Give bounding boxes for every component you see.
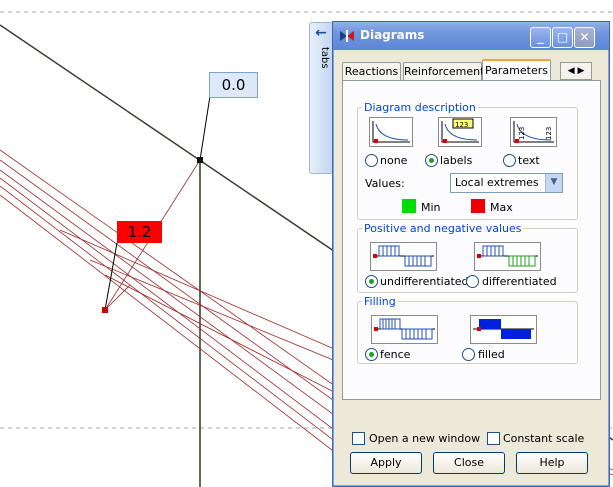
svg-text:123: 123 <box>545 127 553 140</box>
tab-reinforcement[interactable]: Reinforcement <box>403 62 484 81</box>
help-button[interactable]: Help <box>516 452 588 474</box>
radio-filled[interactable] <box>462 348 475 361</box>
tab-scroll-arrows[interactable]: ◀ ▶ <box>560 62 592 80</box>
value-label-max[interactable]: 1.2 <box>117 221 162 243</box>
values-label: Values: <box>365 177 405 190</box>
close-button[interactable]: Close <box>433 452 505 474</box>
max-color-swatch[interactable] <box>471 199 485 213</box>
max-label: Max <box>490 201 513 214</box>
values-select[interactable]: Local extremes ▼ <box>450 173 563 193</box>
leader-line <box>199 95 211 161</box>
undifferentiated-icon[interactable] <box>370 242 437 271</box>
chevron-right-icon[interactable]: ▶ <box>577 66 584 76</box>
svg-text:123: 123 <box>455 121 468 129</box>
group-title: Positive and negative values <box>364 222 522 235</box>
tabs-sidebar[interactable]: ← tabs <box>309 22 333 174</box>
diagram-labels-icon[interactable]: 123 <box>438 117 482 147</box>
radio-fence[interactable] <box>365 348 378 361</box>
maximize-button[interactable]: □ <box>552 27 573 48</box>
tab-reactions[interactable]: Reactions <box>342 62 401 81</box>
radio-differentiated[interactable] <box>466 275 479 288</box>
minimize-button[interactable]: _ <box>530 27 551 48</box>
radio-labels[interactable] <box>425 154 438 167</box>
radio-undifferentiated[interactable] <box>365 275 378 288</box>
constant-scale-label: Constant scale <box>503 432 585 445</box>
diagram-none-icon[interactable] <box>369 117 413 147</box>
chevron-left-icon[interactable]: ◀ <box>568 66 575 76</box>
radio-text-label: text <box>518 154 540 167</box>
solid-fill-icon[interactable] <box>470 315 537 344</box>
node-point[interactable] <box>197 157 203 163</box>
radio-filled-label: filled <box>478 348 505 361</box>
constant-scale-checkbox[interactable] <box>487 432 500 445</box>
value-label-zero[interactable]: 0.0 <box>209 72 258 98</box>
window-title: Diagrams <box>360 28 425 42</box>
group-title: Diagram description <box>364 101 476 114</box>
apply-button[interactable]: Apply <box>350 452 422 474</box>
group-title: Filling <box>364 295 396 308</box>
radio-differentiated-label: differentiated <box>482 275 557 288</box>
app-icon <box>340 30 354 42</box>
close-window-button[interactable]: ✕ <box>574 27 595 48</box>
radio-undifferentiated-label: undifferentiated <box>380 275 469 288</box>
open-new-window-checkbox[interactable] <box>352 432 365 445</box>
arrow-left-icon[interactable]: ← <box>313 25 329 41</box>
chevron-down-icon[interactable]: ▼ <box>545 174 562 192</box>
fence-fill-icon[interactable] <box>371 315 438 344</box>
radio-none[interactable] <box>365 154 378 167</box>
radio-fence-label: fence <box>380 348 411 361</box>
radio-none-label: none <box>380 154 408 167</box>
min-label: Min <box>421 201 441 214</box>
svg-text:123: 123 <box>518 127 526 140</box>
diagram-text-icon[interactable]: 123 123 <box>510 117 557 147</box>
radio-text[interactable] <box>503 154 516 167</box>
tabs-label: tabs <box>319 47 330 69</box>
title-bar[interactable]: Diagrams _ □ ✕ <box>333 22 609 50</box>
differentiated-icon[interactable] <box>474 242 541 271</box>
extreme-point[interactable] <box>102 307 108 313</box>
values-selected: Local extremes <box>455 176 539 189</box>
radio-labels-label: labels <box>440 154 473 167</box>
open-new-window-label: Open a new window <box>369 432 481 445</box>
min-color-swatch[interactable] <box>402 199 416 213</box>
